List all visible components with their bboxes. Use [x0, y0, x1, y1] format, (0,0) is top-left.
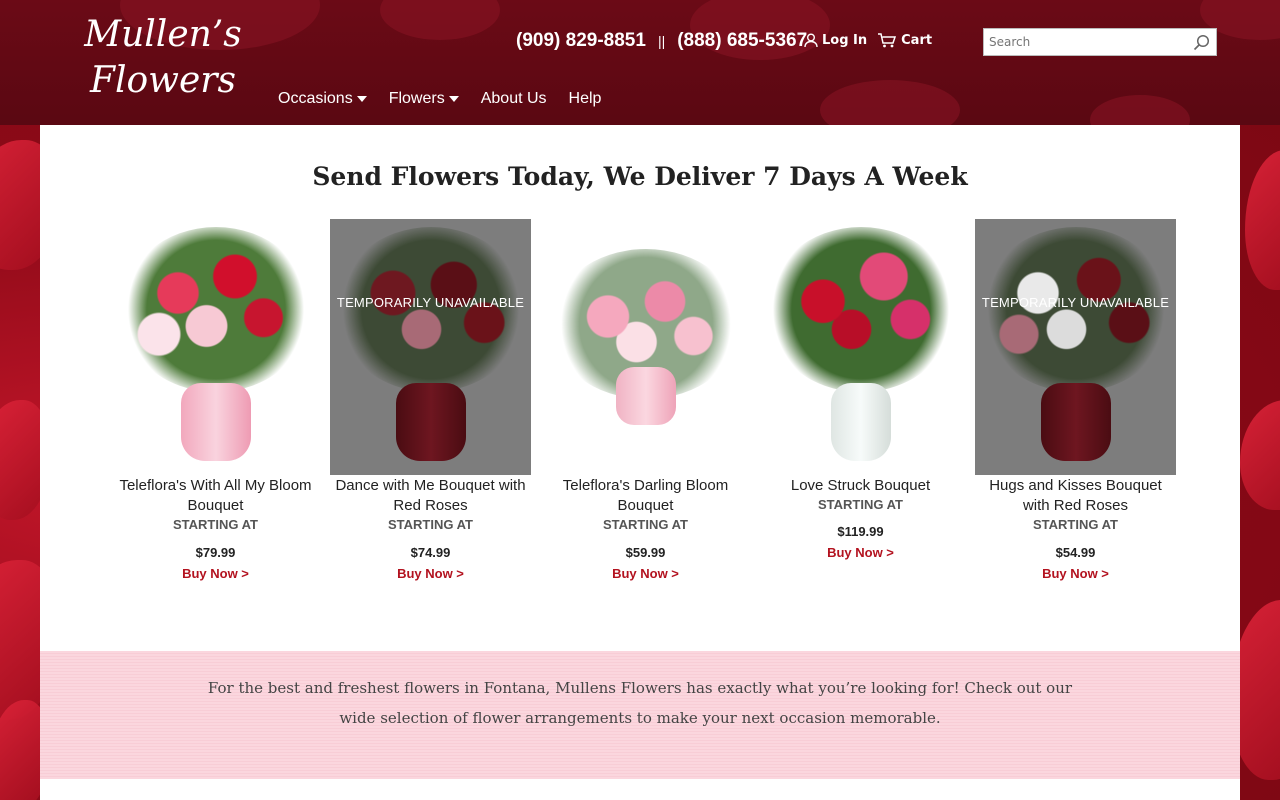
buy-now-link[interactable]: Buy Now > — [760, 545, 961, 560]
buy-now-link[interactable]: Buy Now > — [330, 566, 531, 581]
caret-down-icon — [448, 96, 459, 102]
nav-occasions-label: Occasions — [278, 90, 353, 107]
product-image[interactable]: TEMPORARILY UNAVAILABLE — [975, 219, 1176, 475]
product-card: Teleflora's Darling Bloom Bouquet STARTI… — [545, 219, 746, 581]
nav-occasions[interactable]: Occasions — [278, 90, 367, 108]
phone-number-tollfree[interactable]: (888) 685-5367 — [677, 30, 807, 52]
phone-separator: || — [657, 33, 666, 49]
logo-line2: Flowers — [90, 60, 236, 101]
login-link[interactable]: Log In — [804, 33, 867, 48]
promo-banner: For the best and freshest flowers in Fon… — [40, 651, 1240, 779]
product-grid: Teleflora's With All My Bloom Bouquet ST… — [115, 219, 1176, 581]
product-price: $74.99 — [410, 545, 451, 560]
product-name[interactable]: Teleflora's Darling Bloom Bouquet — [545, 476, 746, 516]
page-title: Send Flowers Today, We Deliver 7 Days A … — [312, 162, 968, 191]
product-price: $54.99 — [1055, 545, 1096, 560]
product-price: $79.99 — [195, 545, 236, 560]
account-links: Log In Cart — [804, 33, 932, 48]
site-header: Mullen’s Flowers (909) 829-8851 || (888)… — [0, 0, 1280, 125]
nav-about-label: About Us — [480, 90, 547, 107]
promo-text: For the best and freshest flowers in Fon… — [207, 679, 1073, 727]
buy-now-link[interactable]: Buy Now > — [115, 566, 316, 581]
product-image[interactable]: TEMPORARILY UNAVAILABLE — [330, 219, 531, 475]
cart-link[interactable]: Cart — [877, 33, 932, 48]
starting-at-label: STARTING AT — [1033, 517, 1118, 532]
nav-flowers-label: Flowers — [388, 90, 445, 107]
product-price: $59.99 — [625, 545, 666, 560]
main-nav: Occasions Flowers About Us Help — [278, 90, 601, 108]
buy-now-link[interactable]: Buy Now > — [975, 566, 1176, 581]
login-label: Log In — [822, 33, 868, 48]
product-image[interactable] — [545, 219, 746, 475]
nav-help-label: Help — [568, 90, 602, 107]
search-icon[interactable] — [1193, 34, 1210, 51]
footer-start — [40, 779, 1240, 800]
starting-at-label: STARTING AT — [173, 517, 258, 532]
starting-at-label: STARTING AT — [388, 517, 473, 532]
unavailable-badge: TEMPORARILY UNAVAILABLE — [336, 295, 525, 310]
site-logo[interactable]: Mullen’s Flowers — [78, 12, 248, 104]
product-card: TEMPORARILY UNAVAILABLE Hugs and Kisses … — [975, 219, 1176, 581]
product-name[interactable]: Hugs and Kisses Bouquet with Red Roses — [975, 476, 1176, 516]
starting-at-label: STARTING AT — [603, 517, 688, 532]
unavailable-badge: TEMPORARILY UNAVAILABLE — [981, 295, 1170, 310]
search-box — [983, 28, 1217, 56]
logo-line1: Mullen’s — [84, 14, 242, 55]
cart-icon — [878, 33, 897, 48]
product-name[interactable]: Teleflora's With All My Bloom Bouquet — [115, 476, 316, 516]
starting-at-label: STARTING AT — [818, 497, 903, 512]
phone-numbers: (909) 829-8851 || (888) 685-5367 — [516, 30, 807, 52]
user-icon — [804, 33, 818, 48]
phone-number-local[interactable]: (909) 829-8851 — [516, 30, 646, 52]
product-card: Love Struck Bouquet STARTING AT $119.99 … — [760, 219, 961, 581]
product-image[interactable] — [115, 219, 316, 475]
nav-flowers[interactable]: Flowers — [389, 90, 459, 108]
product-card: TEMPORARILY UNAVAILABLE Dance with Me Bo… — [330, 219, 531, 581]
product-image[interactable] — [760, 219, 961, 475]
product-name[interactable]: Dance with Me Bouquet with Red Roses — [330, 476, 531, 516]
caret-down-icon — [356, 96, 367, 102]
cart-label: Cart — [901, 33, 933, 48]
main-content: Send Flowers Today, We Deliver 7 Days A … — [40, 125, 1240, 651]
product-card: Teleflora's With All My Bloom Bouquet ST… — [115, 219, 316, 581]
search-input[interactable] — [984, 29, 1184, 55]
nav-about-us[interactable]: About Us — [481, 90, 547, 108]
nav-help[interactable]: Help — [569, 90, 602, 108]
product-name[interactable]: Love Struck Bouquet — [760, 476, 961, 496]
buy-now-link[interactable]: Buy Now > — [545, 566, 746, 581]
product-price: $119.99 — [837, 524, 884, 539]
